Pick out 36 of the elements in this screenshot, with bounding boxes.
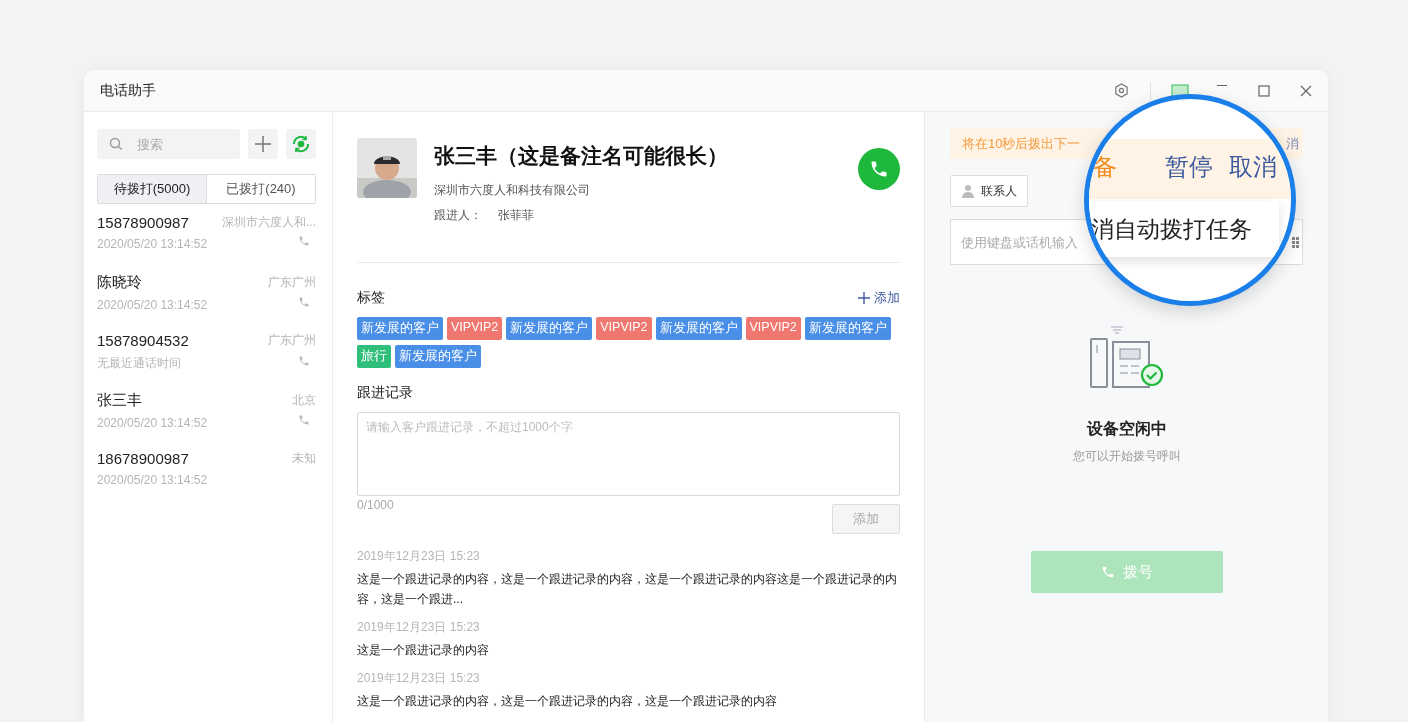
status-subtitle: 您可以开始拨号呼叫 xyxy=(1072,448,1181,465)
tag: 新发展的客户 xyxy=(655,317,742,340)
tag: VIPVIP2 xyxy=(596,317,652,340)
status-title: 设备空闲中 xyxy=(1086,419,1167,439)
owner-line: 跟进人： 张菲菲 xyxy=(434,207,535,224)
record-text: 这是一个跟进记录的内容，这是一个跟进记录的内容，这是一个跟进记录的内容 xyxy=(357,693,778,710)
record-time: 2019年12月23日 15:23 xyxy=(357,619,481,636)
tag: VIPVIP2 xyxy=(447,317,503,340)
window-title: 电话助手 xyxy=(100,81,157,100)
status-word: 备 xyxy=(1093,152,1117,182)
contact-location: 未知 xyxy=(292,450,316,467)
contact-name: 张三丰（这是备注名可能很长） xyxy=(434,143,729,169)
call-time: 2020/05/20 13:14:52 xyxy=(97,298,208,312)
tag: 新发展的客户 xyxy=(395,345,481,368)
section-title: 标签 xyxy=(357,289,385,307)
contact-location: 北京 xyxy=(292,392,316,409)
section-title: 跟进记录 xyxy=(357,384,413,402)
call-time: 2020/05/20 13:14:52 xyxy=(97,473,208,487)
contact-location: 广东广州 xyxy=(268,274,316,291)
record-text: 这是一个跟进记录的内容 xyxy=(357,642,490,659)
company-name: 深圳市六度人和科技有限公司 xyxy=(434,182,591,199)
call-time: 2020/05/20 13:14:52 xyxy=(97,416,208,430)
char-counter: 0/1000 xyxy=(357,498,394,512)
tag: 新发展的客户 xyxy=(357,317,443,340)
record-text: 这是一个跟进记录的内容，这是一个跟进记录的内容，这是一个跟进记录的内容这是一个跟进记录的内容，这是一个跟进... xyxy=(357,571,898,608)
call-time: 无最近通话时间 xyxy=(97,355,181,372)
notice-text: 将在10秒后拨出下一 xyxy=(962,134,1081,153)
record-time: 2019年12月23日 15:23 xyxy=(357,670,481,687)
tag: 旅行 xyxy=(357,345,391,368)
tag: 新发展的客户 xyxy=(804,317,891,340)
contact-location: 广东广州 xyxy=(268,332,316,349)
tag: VIPVIP2 xyxy=(745,317,801,340)
record-time: 2019年12月23日 15:23 xyxy=(357,548,481,565)
call-time: 2020/05/20 13:14:52 xyxy=(97,237,208,251)
tag: 新发展的客户 xyxy=(506,317,593,340)
contact-location: 深圳市六度人和... xyxy=(222,214,316,231)
